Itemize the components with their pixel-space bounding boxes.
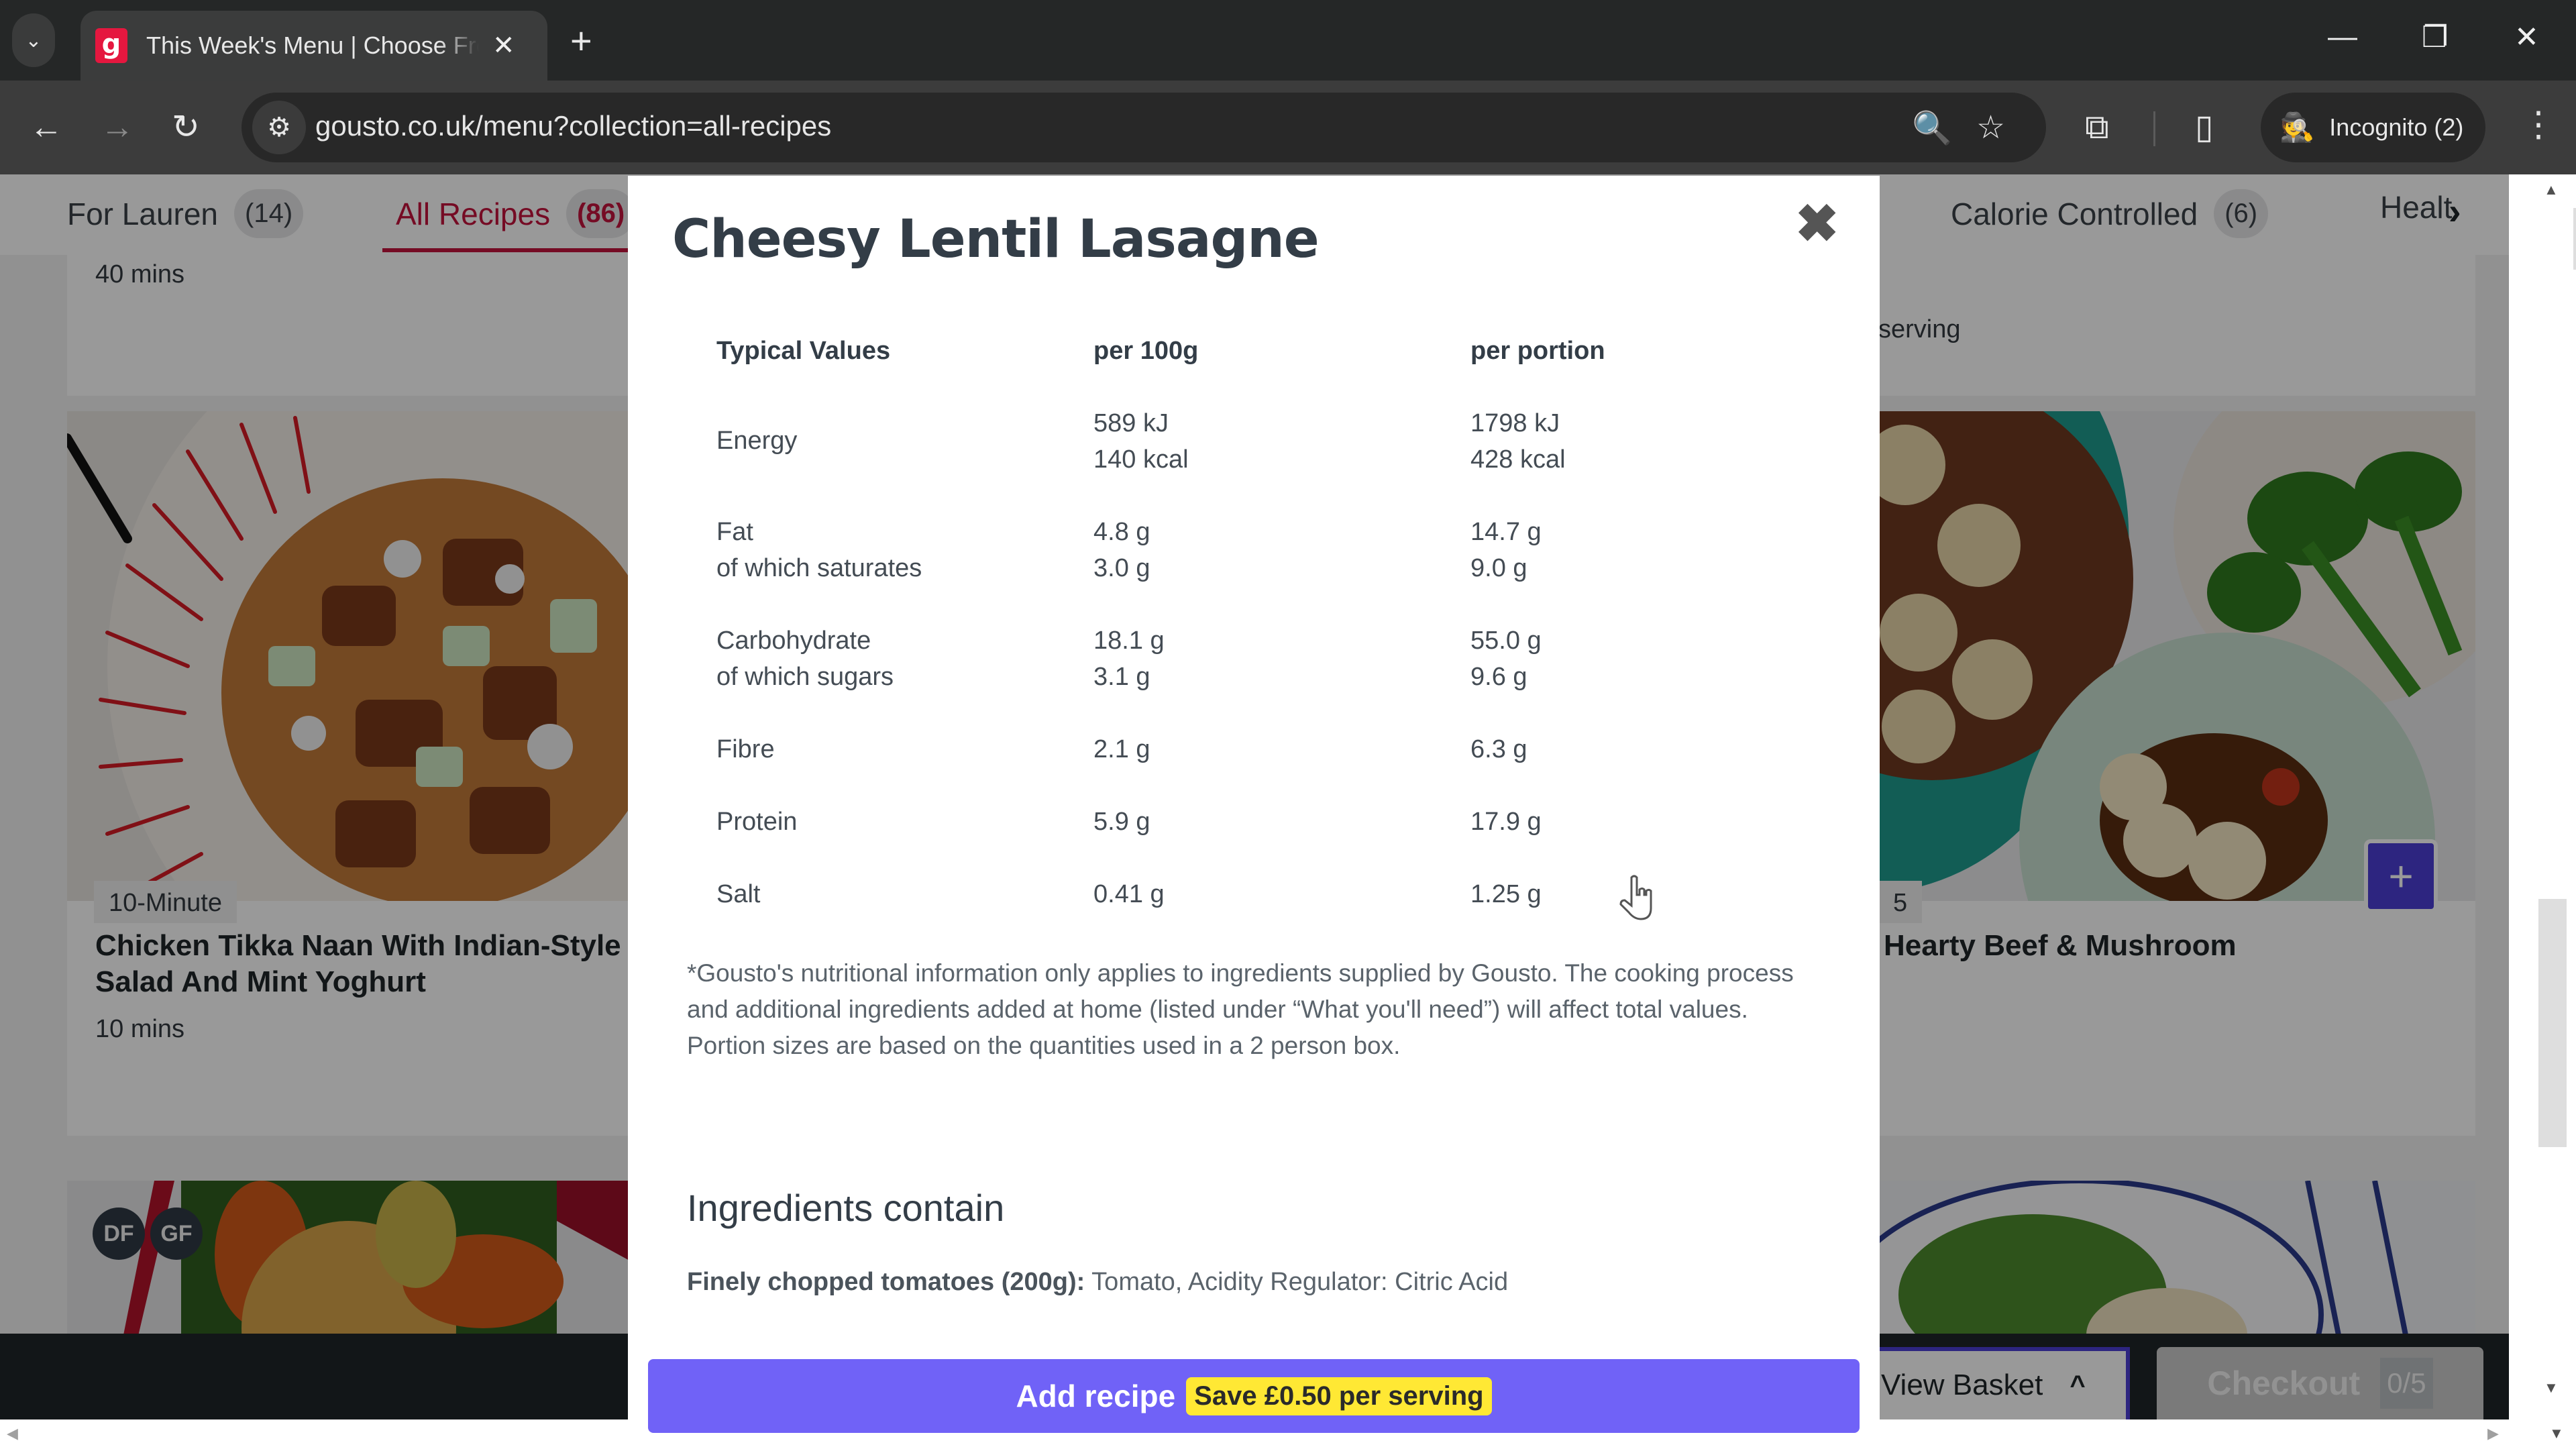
nutrition-row-fat: Fat of which saturates 4.8 g 3.0 g 14.7 g 9…: [716, 514, 1790, 623]
nutrition-row-carbohydrate: Carbohydrate of which sugars 18.1 g 3.1 g …: [716, 623, 1790, 731]
nutrition-disclaimer: *Gousto's nutritional information only a…: [687, 955, 1827, 1064]
ingredient-name: Finely chopped tomatoes (200g):: [687, 1268, 1085, 1296]
hand-pointer-cursor-icon: [1619, 875, 1652, 920]
nutrition-row-protein: Protein 5.9 g 17.9 g: [716, 804, 1790, 876]
value-per-portion: 1.25 g: [1470, 880, 1542, 908]
value-per-portion: 17.9 g: [1470, 808, 1542, 836]
chevron-down-icon: ⌄: [25, 29, 42, 52]
add-recipe-label: Add recipe: [1016, 1379, 1176, 1413]
value-per-portion: 55.0 g: [1470, 627, 1542, 655]
reload-icon[interactable]: ↻: [172, 107, 200, 146]
nutrition-table: Typical Values per 100g per portion Ener…: [716, 333, 1790, 949]
scroll-left-arrow-icon[interactable]: ◀: [7, 1425, 18, 1442]
value-per-100g: 0.41 g: [1093, 880, 1165, 908]
value-per-portion: 9.6 g: [1470, 663, 1527, 691]
nutrition-row-energy: Energy 589 kJ 140 kcal 1798 kJ 428 kcal: [716, 405, 1790, 514]
value-per-portion: 9.0 g: [1470, 554, 1527, 582]
ingredient-item: Finely chopped tomatoes (200g): Tomato, …: [687, 1268, 1508, 1297]
close-icon[interactable]: ✖: [1795, 193, 1839, 254]
nutrient-label: Energy: [716, 427, 798, 455]
tab-list-button[interactable]: ⌄: [12, 13, 55, 67]
value-per-portion: 14.7 g: [1470, 518, 1542, 546]
restore-icon[interactable]: ❐: [2422, 20, 2448, 54]
value-per-100g: 5.9 g: [1093, 808, 1150, 836]
tab-close-icon[interactable]: ✕: [492, 30, 515, 61]
header-per-100g: per 100g: [1093, 337, 1199, 365]
header-per-portion: per portion: [1470, 337, 1605, 365]
incognito-profile-button[interactable]: 🕵 Incognito (2): [2261, 93, 2485, 162]
value-per-100g: 589 kJ: [1093, 409, 1169, 437]
address-bar[interactable]: ⚙ gousto.co.uk/menu?collection=all-recip…: [241, 93, 2046, 162]
disclaimer-text: *Gousto's nutritional information only a…: [687, 959, 1794, 1023]
minimize-icon[interactable]: —: [2328, 20, 2357, 54]
modal-scroll-down-arrow-icon[interactable]: ▼: [2549, 1425, 2564, 1442]
nutrient-label: Carbohydrate: [716, 627, 871, 655]
zoom-icon[interactable]: 🔍: [1912, 109, 1952, 147]
value-per-100g: 140 kcal: [1093, 445, 1189, 474]
tab-title: This Week's Menu | Choose From: [146, 32, 479, 59]
value-per-100g: 3.1 g: [1093, 663, 1150, 691]
vertical-scrollbar[interactable]: ▲ ▲ ▼: [2509, 174, 2576, 1419]
value-per-100g: 3.0 g: [1093, 554, 1150, 582]
incognito-label: Incognito (2): [2329, 113, 2464, 141]
back-icon[interactable]: ←: [30, 107, 63, 146]
nutrient-label: Fat: [716, 518, 753, 546]
portion-note: Portion sizes are based on the quantitie…: [687, 1032, 1401, 1059]
window-close-icon[interactable]: ✕: [2514, 20, 2539, 54]
ingredients-heading: Ingredients contain: [687, 1187, 1005, 1229]
side-panel-icon[interactable]: ▯: [2195, 107, 2214, 146]
forward-icon[interactable]: →: [101, 107, 134, 146]
site-info-icon[interactable]: ⚙: [252, 101, 306, 154]
bookmark-star-icon[interactable]: ☆: [1976, 109, 2005, 146]
page-scrollbar-thumb[interactable]: [2538, 899, 2567, 1147]
value-per-100g: 2.1 g: [1093, 735, 1150, 763]
scroll-down-arrow-icon[interactable]: ▼: [2544, 1379, 2559, 1397]
toolbar-divider: [2153, 111, 2155, 146]
scroll-up-arrow-icon[interactable]: ▲: [2544, 181, 2559, 199]
nutrient-sublabel: of which saturates: [716, 554, 922, 582]
extensions-icon[interactable]: ⧉: [2085, 107, 2109, 147]
browser-titlebar: ⌄ g This Week's Menu | Choose From ✕ + —…: [0, 0, 2576, 80]
gousto-favicon-icon: g: [95, 28, 127, 63]
add-recipe-button[interactable]: Add recipe Save £0.50 per serving: [648, 1359, 1860, 1433]
value-per-100g: 4.8 g: [1093, 518, 1150, 546]
header-typical-values: Typical Values: [716, 337, 891, 365]
value-per-100g: 18.1 g: [1093, 627, 1165, 655]
browser-menu-icon[interactable]: ⋮: [2521, 105, 2556, 145]
browser-toolbar: ← → ↻ ⚙ gousto.co.uk/menu?collection=all…: [0, 80, 2576, 174]
save-per-serving-badge: Save £0.50 per serving: [1186, 1377, 1492, 1415]
nutrient-sublabel: of which sugars: [716, 663, 894, 691]
value-per-portion: 428 kcal: [1470, 445, 1566, 474]
value-per-portion: 1798 kJ: [1470, 409, 1560, 437]
nutrition-row-fibre: Fibre 2.1 g 6.3 g: [716, 731, 1790, 804]
ingredient-detail: Tomato, Acidity Regulator: Citric Acid: [1085, 1268, 1509, 1296]
nutrition-header-row: Typical Values per 100g per portion: [716, 333, 1790, 405]
modal-scrollbar-thumb[interactable]: [2573, 208, 2576, 270]
nutrition-modal: Cheesy Lentil Lasagne ✖ Typical Values p…: [628, 176, 1880, 1419]
browser-tab-active[interactable]: g This Week's Menu | Choose From ✕: [80, 11, 547, 80]
url-text[interactable]: gousto.co.uk/menu?collection=all-recipes: [315, 110, 831, 142]
new-tab-button[interactable]: +: [570, 19, 592, 62]
nutrient-label: Fibre: [716, 735, 775, 763]
value-per-portion: 6.3 g: [1470, 735, 1527, 763]
modal-title: Cheesy Lentil Lasagne: [672, 209, 1320, 270]
nutrient-label: Salt: [716, 880, 761, 908]
incognito-icon: 🕵: [2279, 111, 2315, 143]
scroll-right-arrow-icon[interactable]: ▶: [2487, 1425, 2499, 1442]
nutrient-label: Protein: [716, 808, 798, 836]
